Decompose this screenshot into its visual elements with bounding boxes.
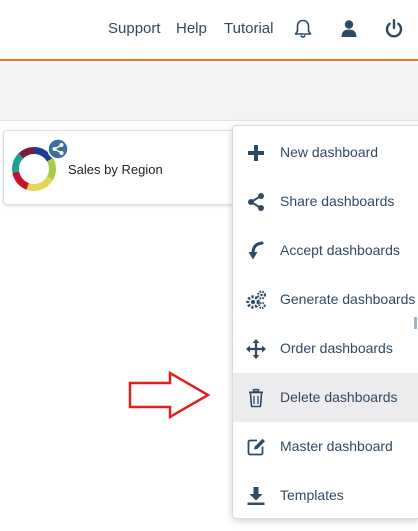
- menu-item-label: Generate dashboards: [280, 291, 416, 307]
- dashboard-card-sales-by-region[interactable]: Sales by Region: [3, 130, 265, 205]
- menu-item-new-dashboard[interactable]: New dashboard: [233, 128, 418, 177]
- menu-item-label: Accept dashboards: [280, 242, 400, 258]
- dashboard-toolbar: [0, 63, 418, 121]
- bell-icon[interactable]: [292, 18, 314, 40]
- share-icon[interactable]: [47, 138, 69, 160]
- menu-item-label: Order dashboards: [280, 340, 393, 356]
- menu-item-delete-dashboards[interactable]: Delete dashboards: [233, 373, 418, 422]
- tutorial-link[interactable]: Tutorial: [224, 20, 273, 38]
- curved-arrow-down-icon: [248, 241, 264, 260]
- trash-icon: [249, 388, 263, 408]
- red-pointer-arrow-icon: [128, 370, 211, 420]
- plus-icon: [248, 145, 264, 161]
- top-navigation-bar: Support Help Tutorial: [0, 0, 418, 61]
- scrollbar-edge: [414, 317, 417, 329]
- menu-item-label: Delete dashboards: [280, 389, 398, 405]
- dashboard-card-title: Sales by Region: [68, 162, 163, 177]
- menu-item-label: Share dashboards: [280, 193, 395, 209]
- menu-item-order-dashboards[interactable]: Order dashboards: [233, 324, 418, 373]
- download-icon: [247, 487, 265, 505]
- menu-item-label: Master dashboard: [280, 438, 393, 454]
- menu-item-share-dashboards[interactable]: Share dashboards: [233, 177, 418, 226]
- menu-item-templates[interactable]: Templates: [233, 471, 418, 520]
- menu-item-generate-dashboards[interactable]: Generate dashboards: [233, 275, 418, 324]
- edit-icon: [247, 438, 265, 456]
- menu-item-master-dashboard[interactable]: Master dashboard: [233, 422, 418, 471]
- gears-icon: [246, 290, 267, 310]
- move-arrows-icon: [246, 339, 266, 359]
- help-link[interactable]: Help: [176, 20, 207, 38]
- support-link[interactable]: Support: [108, 20, 161, 38]
- menu-item-label: New dashboard: [280, 144, 379, 160]
- power-icon[interactable]: [383, 18, 405, 40]
- user-icon[interactable]: [338, 18, 360, 40]
- share-icon: [248, 193, 264, 211]
- dashboard-options-menu: New dashboard Share dashboards Accept da…: [232, 125, 418, 519]
- menu-item-label: Templates: [280, 487, 344, 503]
- menu-item-accept-dashboards[interactable]: Accept dashboards: [233, 226, 418, 275]
